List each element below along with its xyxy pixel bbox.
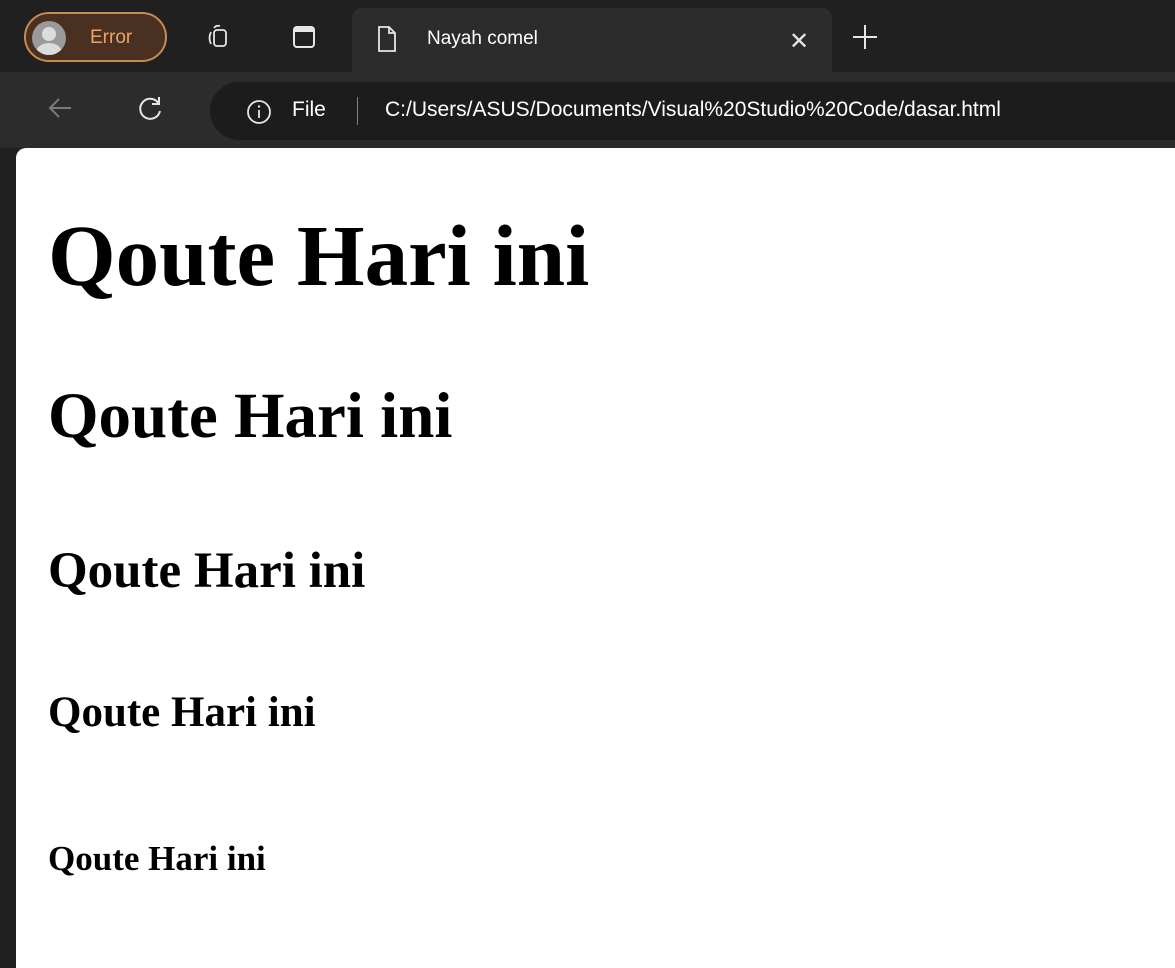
avatar xyxy=(32,21,66,55)
heading-h1: Qoute Hari ini xyxy=(48,207,590,304)
scheme-label: File xyxy=(292,98,326,121)
page-icon xyxy=(376,25,398,58)
back-icon[interactable] xyxy=(46,94,74,127)
close-icon[interactable]: ✕ xyxy=(789,27,809,56)
separator xyxy=(357,97,358,125)
tab-nayah-comel[interactable]: Nayah comel ✕ xyxy=(352,8,832,72)
refresh-icon[interactable] xyxy=(135,94,165,129)
info-icon[interactable] xyxy=(246,99,272,130)
tab-actions-icon[interactable] xyxy=(290,22,318,50)
address-bar[interactable]: File C:/Users/ASUS/Documents/Visual%20St… xyxy=(210,82,1175,140)
new-tab-icon[interactable] xyxy=(850,22,880,57)
heading-h4: Qoute Hari ini xyxy=(48,689,316,736)
heading-h3: Qoute Hari ini xyxy=(48,543,366,599)
heading-h5: Qoute Hari ini xyxy=(48,839,266,878)
profile-status-label: Error xyxy=(90,27,133,48)
url-text[interactable]: C:/Users/ASUS/Documents/Visual%20Studio%… xyxy=(385,98,1001,122)
tab-title: Nayah comel xyxy=(427,28,538,49)
profile-button[interactable]: Error xyxy=(24,12,167,62)
page-viewport: Qoute Hari ini Qoute Hari ini Qoute Hari… xyxy=(16,148,1175,968)
workspaces-icon[interactable] xyxy=(204,22,232,50)
tab-strip: Error Nayah comel ✕ xyxy=(0,0,1175,72)
toolbar: File C:/Users/ASUS/Documents/Visual%20St… xyxy=(0,72,1175,148)
heading-h2: Qoute Hari ini xyxy=(48,380,453,452)
